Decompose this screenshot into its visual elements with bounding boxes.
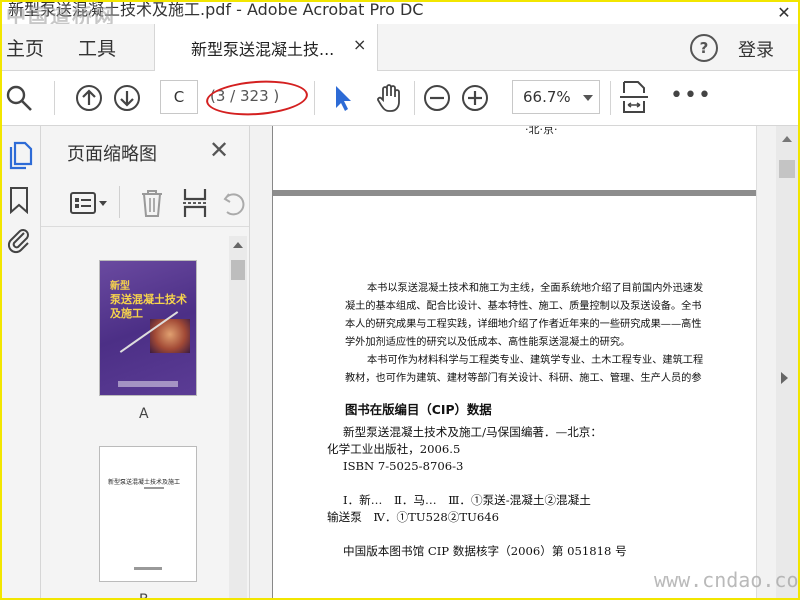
more-tools-button[interactable]: ••• (670, 83, 712, 108)
next-page-icon[interactable] (112, 83, 142, 113)
zoom-select[interactable]: 66.7% (512, 80, 600, 114)
document-tab-label: 新型泵送混凝土技... (191, 40, 335, 59)
abstract-line: 本书可作为材料科学与工程类专业、建筑学专业、土木工程专业、建筑工程 (367, 355, 704, 366)
thumb-author-line (144, 487, 164, 489)
chevron-down-icon (583, 95, 593, 101)
insert-page-icon[interactable] (181, 186, 209, 220)
page-separator (273, 190, 757, 196)
thumb-publisher-line (134, 567, 162, 570)
previous-page-icon[interactable] (74, 83, 104, 113)
abstract-line: 学外加剂适应性的研究以及低成本、高性能泵送混凝土的研究。 (345, 337, 631, 348)
previous-page-tail: ·北·京· (525, 126, 558, 136)
document-view: ·北·京· 本书以泵送混凝土技术和施工为主线，全面系统地介绍了目前国内外迅速发 … (250, 126, 798, 598)
collapse-right-panel-handle[interactable] (781, 372, 788, 384)
title-bar: 新型泵送混凝土技术及施工.pdf - Adobe Acrobat Pro DC … (2, 2, 798, 28)
scroll-up-arrow[interactable] (782, 136, 792, 142)
tab-document[interactable]: 新型泵送混凝土技... × (154, 24, 378, 71)
cip-heading: 图书在版编目（CIP）数据 (345, 402, 492, 417)
thumb-page-title: 新型泵送混凝土技术及施工 (108, 479, 181, 486)
cover-title-1: 新型 (110, 281, 130, 292)
cip-line (327, 475, 627, 492)
thumbnail-label: B (139, 592, 149, 598)
bookmark-icon[interactable] (8, 186, 30, 214)
zoom-value: 66.7% (523, 88, 571, 106)
abstract-text: 本书以泵送混凝土技术和施工为主线，全面系统地介绍了目前国内外迅速发 凝土的基本组… (345, 280, 757, 388)
abstract-line: 教材，也可作为建筑、建材等部门有关设计、科研、施工、管理、生产人员的参 (345, 373, 702, 384)
select-tool-icon[interactable] (328, 83, 358, 113)
help-icon[interactable]: ? (690, 34, 718, 62)
document-scrollbar[interactable]: 站 (776, 126, 798, 598)
zoom-in-icon[interactable] (460, 83, 490, 113)
abstract-line: 本书以泵送混凝土技术和施工为主线，全面系统地介绍了目前国内外迅速发 (367, 283, 704, 294)
toolbar-divider (414, 81, 415, 115)
thumbnail-page-b[interactable]: 新型泵送混凝土技术及施工 (99, 446, 197, 582)
tab-tools[interactable]: 工具 (78, 34, 116, 61)
options-icon[interactable] (69, 190, 109, 216)
cip-line: 中国版本图书馆 CIP 数据核字（2006）第 051818 号 (343, 544, 627, 558)
toolbar-divider (314, 81, 315, 115)
trash-icon[interactable] (139, 188, 165, 218)
login-button[interactable]: 登录 (738, 36, 774, 62)
window-close-button[interactable]: ✕ (770, 2, 798, 24)
tab-home[interactable]: 主页 (6, 34, 44, 61)
abstract-line: 凝土的基本组成、配合比设计、基本特性、施工、质量控制以及泵送设备。全书 (345, 301, 702, 312)
page-number-input[interactable]: C (160, 80, 198, 114)
cip-line: 输送泵 Ⅳ．①TU528②TU646 (327, 510, 500, 524)
thumbnail-page-a[interactable]: 新型 泵送混凝土技术 及施工 (99, 260, 197, 396)
watermark-bottom: www.cndao.com (654, 568, 800, 592)
toolbar-divider (54, 81, 55, 115)
fit-page-icon[interactable] (618, 79, 650, 115)
page-thumbnails-icon[interactable] (6, 140, 34, 170)
cip-block: 新型泵送混凝土技术及施工/马保国编著．—北京： 化学工业出版社，2006.5 I… (327, 424, 627, 560)
close-panel-button[interactable]: ✕ (209, 136, 229, 164)
zoom-out-icon[interactable] (422, 83, 452, 113)
cover-photo (150, 319, 190, 353)
close-tab-button[interactable]: × (353, 35, 366, 54)
cip-line: ISBN 7-5025-8706-3 (343, 459, 464, 473)
panel-scrollbar[interactable] (229, 236, 247, 598)
document-right-gutter (756, 126, 777, 598)
panel-toolbar (41, 178, 249, 227)
cip-line (327, 526, 627, 543)
abstract-line: 本人的研究成果与工程实践，详细地介绍了作者近年来的一些研究成果——高性 (345, 319, 702, 330)
navigation-rail (2, 126, 41, 598)
attachment-icon[interactable] (6, 226, 32, 256)
undo-icon[interactable] (221, 190, 245, 216)
toolbar: C (3 / 323 ) 66.7% ••• (2, 71, 798, 126)
tab-bar: 主页 工具 新型泵送混凝土技... × ? 登录 (2, 24, 798, 71)
panel-title: 页面缩略图 (67, 144, 157, 165)
scroll-thumb[interactable] (231, 260, 245, 280)
thumbnail-label: A (139, 406, 149, 422)
panel-divider (119, 186, 120, 218)
cover-title-3: 及施工 (110, 307, 143, 320)
scroll-up-arrow[interactable] (233, 242, 243, 248)
hand-tool-icon[interactable] (374, 83, 404, 113)
scroll-thumb[interactable] (779, 160, 795, 178)
cip-line: 新型泵送混凝土技术及施工/马保国编著．—北京： (343, 425, 602, 439)
document-left-gutter (250, 126, 272, 598)
cover-publisher-mark (118, 381, 178, 387)
app-frame: 新型泵送混凝土技术及施工.pdf - Adobe Acrobat Pro DC … (0, 0, 800, 600)
cip-line: Ⅰ．新… Ⅱ．马… Ⅲ．①泵送-混凝土②混凝土 (343, 493, 591, 507)
search-icon[interactable] (4, 83, 34, 113)
toolbar-divider (610, 81, 611, 115)
thumbnail-list: 新型 泵送混凝土技术 及施工 A 新型泵送混凝土技术及施工 B (41, 236, 229, 598)
thumbnail-panel: 页面缩略图 ✕ 新型 泵送混凝土技术 及施工 A 新型泵送混凝土技术及施工 (41, 126, 250, 598)
highlight-circle (204, 77, 310, 119)
pdf-page: ·北·京· 本书以泵送混凝土技术和施工为主线，全面系统地介绍了目前国内外迅速发 … (272, 126, 757, 598)
cip-line: 化学工业出版社，2006.5 (327, 442, 461, 456)
